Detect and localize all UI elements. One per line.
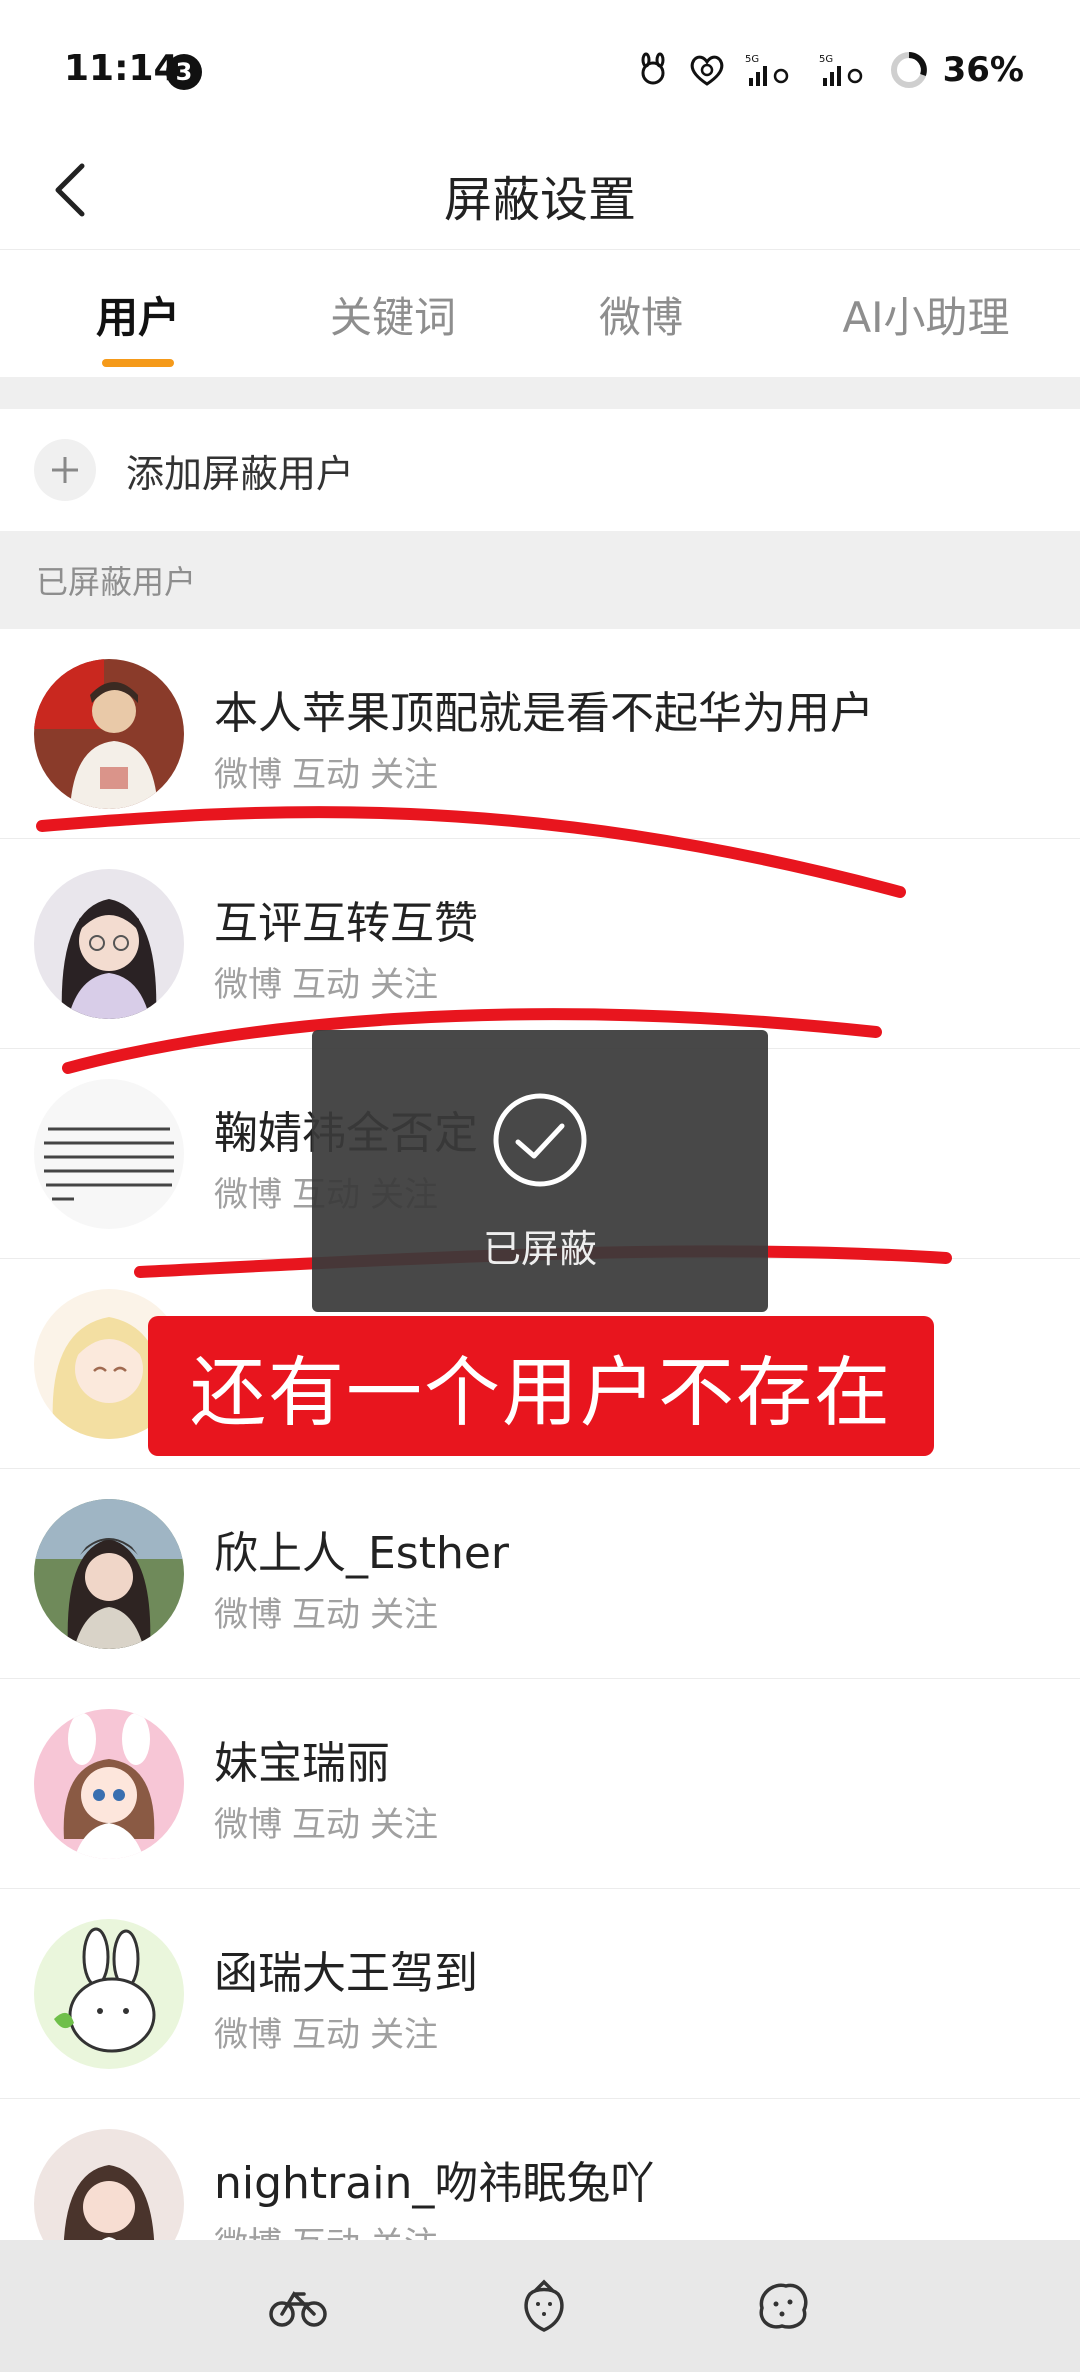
tag-follow: 关注 xyxy=(370,755,438,795)
page-title: 屏蔽设置 xyxy=(443,172,636,228)
battery-icon xyxy=(889,50,929,90)
tag-follow: 关注 xyxy=(370,1805,438,1845)
tag-interaction: 互动 xyxy=(292,2015,360,2055)
toast-text: 已屏蔽 xyxy=(482,1227,597,1271)
bottom-bar xyxy=(0,2240,1080,2372)
status-icons: 5G 5G 36% xyxy=(633,46,1024,94)
user-tags: 微博互动关注 xyxy=(214,747,448,796)
bicycle-icon[interactable] xyxy=(262,2270,334,2342)
list-item[interactable]: 函瑞大王驾到 微博 互动 关注 xyxy=(0,1889,1080,2099)
svg-text:5G: 5G xyxy=(745,54,759,65)
blocked-users-section-header: 已屏蔽用户 xyxy=(0,531,1080,629)
tab-bar: 用户 关键词 微博 AI小助理 xyxy=(0,251,1080,377)
add-blocked-user-label: 添加屏蔽用户 xyxy=(126,451,355,496)
tab-weibo-label: 微博 xyxy=(598,292,683,342)
tag-weibo: 微博 xyxy=(214,1595,282,1635)
tag-follow: 关注 xyxy=(370,2015,438,2055)
user-tags: 微博互动关注 xyxy=(214,1797,448,1846)
strawberry-icon[interactable] xyxy=(508,2270,580,2342)
section-divider xyxy=(0,377,1080,409)
avatar xyxy=(34,1079,184,1229)
tab-weibo[interactable]: 微博 xyxy=(510,251,772,377)
avatar xyxy=(34,1709,184,1859)
signal-5g-icon: 5G xyxy=(741,50,801,90)
tag-follow: 关注 xyxy=(370,965,438,1005)
blocked-toast: 已屏蔽 xyxy=(312,1030,768,1312)
user-name: 本人苹果顶配就是看不起华为用户 xyxy=(214,688,874,739)
heart-face-icon xyxy=(687,50,727,90)
blocked-user-list: 本人苹果顶配就是看不起华为用户 微博互动关注 互评互转互赞 微博互动关注 鞠婧祎… xyxy=(0,629,1080,2309)
app-screen: 11:14 3 5G 5G 36% 屏蔽设置 用户 关键词 微博 AI小助理 添… xyxy=(0,0,1080,2372)
annotation-text: 还有一个用户不存在 xyxy=(190,1348,892,1437)
user-tags: 微博互动关注 xyxy=(214,1587,448,1636)
tag-weibo: 微博 xyxy=(214,2015,282,2055)
checkmark-circle-icon xyxy=(493,1093,587,1187)
user-tags: 微博互动关注 xyxy=(214,2007,448,2056)
tab-keywords[interactable]: 关键词 xyxy=(276,251,510,377)
status-bar: 11:14 3 5G 5G 36% xyxy=(0,0,1080,130)
user-name: 互评互转互赞 xyxy=(214,898,478,949)
tag-interaction: 互动 xyxy=(292,755,360,795)
header: 屏蔽设置 xyxy=(0,130,1080,250)
tag-weibo: 微博 xyxy=(214,755,282,795)
tab-keywords-label: 关键词 xyxy=(329,292,456,342)
annotation-banner: 还有一个用户不存在 xyxy=(148,1316,934,1456)
tab-active-indicator xyxy=(102,359,174,367)
avatar xyxy=(34,1499,184,1649)
notification-count-badge: 3 xyxy=(166,54,202,90)
svg-text:5G: 5G xyxy=(819,54,833,65)
avatar xyxy=(34,1919,184,2069)
tag-follow: 关注 xyxy=(370,1595,438,1635)
tag-weibo: 微博 xyxy=(214,1175,282,1215)
tab-ai-assistant-label: AI小助理 xyxy=(842,292,1010,342)
status-time: 11:14 xyxy=(64,48,179,89)
battery-percentage: 36% xyxy=(942,50,1024,90)
tag-interaction: 互动 xyxy=(292,1595,360,1635)
avatar xyxy=(34,659,184,809)
list-item[interactable]: 妹宝瑞丽 微博 互动 关注 xyxy=(0,1679,1080,1889)
tab-users-label: 用户 xyxy=(95,292,180,342)
section-label: 已屏蔽用户 xyxy=(36,563,197,601)
signal-5g-icon-2: 5G xyxy=(815,50,875,90)
user-name: nightrain_吻祎眠兔吖 xyxy=(214,2158,655,2209)
tag-weibo: 微博 xyxy=(214,1805,282,1845)
tab-ai-assistant[interactable]: AI小助理 xyxy=(772,251,1080,377)
tag-weibo: 微博 xyxy=(214,965,282,1005)
list-item[interactable]: 互评互转互赞 微博 互动 关注 xyxy=(0,839,1080,1049)
user-name: 妹宝瑞丽 xyxy=(214,1738,390,1789)
bunny-icon xyxy=(633,50,673,90)
tag-interaction: 互动 xyxy=(292,1805,360,1845)
cookie-icon[interactable] xyxy=(746,2270,818,2342)
avatar xyxy=(34,869,184,1019)
list-item[interactable]: 本人苹果顶配就是看不起华为用户 微博 互动 关注 xyxy=(0,629,1080,839)
user-name: 欣上人_Esther xyxy=(214,1528,510,1579)
tag-interaction: 互动 xyxy=(292,965,360,1005)
tab-users[interactable]: 用户 xyxy=(0,251,276,377)
add-blocked-user-button[interactable]: 添加屏蔽用户 xyxy=(0,409,1080,531)
user-tags: 微博互动关注 xyxy=(214,957,448,1006)
plus-icon xyxy=(34,439,96,501)
list-item[interactable]: 欣上人_Esther 微博 互动 关注 xyxy=(0,1469,1080,1679)
user-name: 函瑞大王驾到 xyxy=(214,1948,478,1999)
